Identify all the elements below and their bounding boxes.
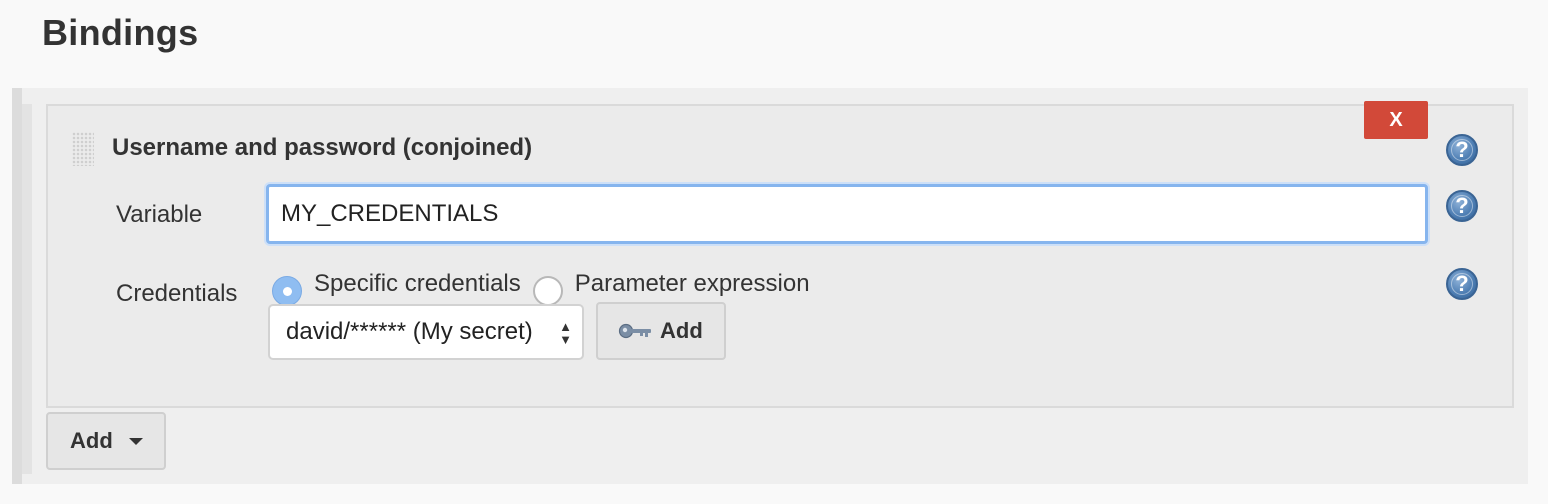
- variable-label: Variable: [116, 201, 203, 228]
- repeat-rail: [22, 104, 32, 474]
- credentials-label: Credentials: [116, 280, 238, 307]
- credentials-mode-radios: Specific credentials Parameter expressio…: [272, 268, 822, 306]
- select-arrows-icon: ▲ ▼: [559, 319, 572, 347]
- credentials-select-value: david/****** (My secret): [286, 318, 533, 345]
- drag-handle-icon[interactable]: [72, 132, 94, 166]
- add-credentials-button[interactable]: Add: [596, 302, 726, 360]
- radio-specific-credentials[interactable]: [272, 276, 302, 306]
- help-icon-binding[interactable]: [1446, 134, 1478, 166]
- credentials-select[interactable]: david/****** (My secret) ▲ ▼: [268, 304, 584, 360]
- caret-down-icon: [128, 437, 143, 445]
- section-title: Bindings: [42, 12, 199, 53]
- radio-parameter-expression-label[interactable]: Parameter expression: [575, 270, 810, 298]
- add-binding-dropdown[interactable]: Add: [46, 412, 166, 470]
- radio-specific-credentials-label[interactable]: Specific credentials: [314, 270, 521, 298]
- binding-title: Username and password (conjoined): [112, 134, 533, 161]
- add-binding-label: Add: [70, 428, 113, 453]
- delete-binding-button[interactable]: X: [1364, 101, 1428, 139]
- radio-parameter-expression[interactable]: [532, 276, 563, 306]
- key-icon: [618, 321, 654, 341]
- add-credentials-label: Add: [660, 318, 703, 343]
- help-icon-variable[interactable]: [1446, 190, 1478, 222]
- variable-input[interactable]: [266, 184, 1428, 244]
- help-icon-credentials[interactable]: [1446, 268, 1478, 300]
